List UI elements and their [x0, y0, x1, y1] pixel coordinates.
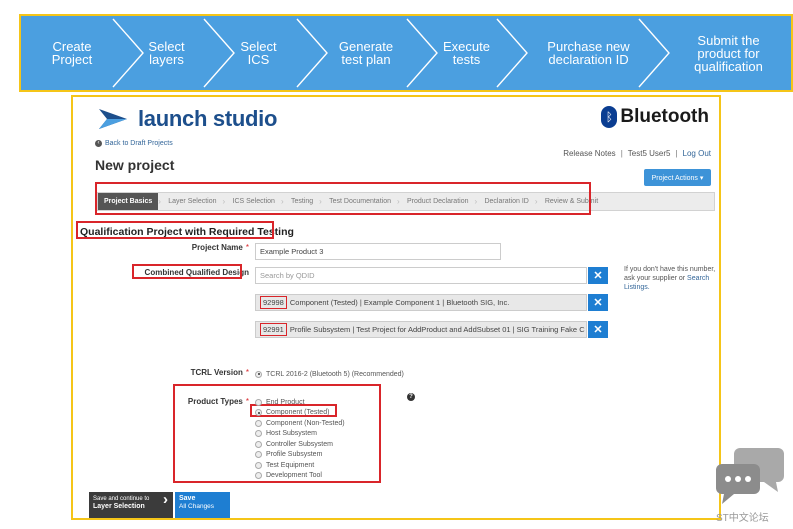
remove-design-1-button[interactable]: ✕	[588, 294, 608, 311]
remove-design-2-button[interactable]: ✕	[588, 321, 608, 338]
page-title: New project	[95, 157, 175, 173]
project-name-label-text: Project Name	[191, 243, 243, 252]
tcrl-option[interactable]: TCRL 2016-2 (Bluetooth 5) (Recommended)	[255, 369, 404, 379]
process-step-generate-test-plan: Generate test plan	[338, 39, 394, 67]
product-type-label: End Product	[266, 398, 305, 406]
screenshot-root: Create Project Select layers Select ICS …	[0, 0, 793, 529]
logout-link[interactable]: Log Out	[683, 149, 711, 158]
tcrl-version-label: TCRL Version *	[133, 368, 249, 377]
release-notes-link[interactable]: Release Notes	[563, 149, 615, 158]
required-marker: *	[245, 243, 249, 252]
back-arrow-icon: ‹	[95, 140, 102, 147]
separator: |	[620, 149, 623, 158]
radio-icon	[255, 430, 262, 437]
save-continue-line1: Save and continue to	[93, 496, 150, 502]
product-type-end-product[interactable]: End Product	[255, 397, 305, 407]
bluetooth-wordmark: Bluetooth	[620, 106, 709, 127]
qdid-search-input[interactable]: Search by QDID	[255, 267, 587, 284]
radio-icon	[255, 440, 262, 448]
product-type-label: Component (Non-Tested)	[266, 419, 345, 427]
radio-icon	[255, 398, 262, 406]
process-step-purchase-declaration: Purchase new declaration ID	[547, 39, 630, 67]
highlight-box-section-title	[76, 221, 274, 239]
product-type-label: Test Equipment	[266, 461, 315, 469]
design-1-text: Component (Tested) | Example Component 1…	[289, 298, 510, 307]
qdid-hint: If you don't have this number, ask your …	[624, 265, 716, 292]
launch-studio-logo-icon	[99, 109, 127, 129]
save-line2: All Changes	[179, 503, 215, 510]
radio-icon	[255, 451, 262, 458]
watermark-text: ST中文论坛	[716, 513, 769, 524]
clear-search-button[interactable]: ✕	[588, 267, 608, 284]
required-marker: *	[245, 368, 249, 377]
radio-icon	[255, 472, 262, 479]
highlight-box-tabs	[95, 182, 591, 215]
save-continue-line2: Layer Selection	[93, 503, 145, 510]
product-type-label: Component (Tested)	[266, 409, 330, 416]
project-actions-button[interactable]: Project Actions ▾	[644, 169, 711, 186]
product-type-host-subsystem[interactable]: Host Subsystem	[255, 429, 317, 439]
product-type-label: Profile Subsystem	[266, 451, 323, 458]
process-banner: Create Project Select layers Select ICS …	[19, 14, 793, 92]
back-link-label: Back to Draft Projects	[105, 140, 173, 147]
highlight-box-combined-label	[132, 264, 242, 279]
tcrl-option-label: TCRL 2016-2 (Bluetooth 5) (Recommended)	[266, 370, 404, 378]
save-line1: Save	[179, 495, 196, 502]
radio-selected-icon	[255, 409, 262, 416]
process-step-select-layers: Select layers	[148, 39, 185, 67]
bluetooth-icon: ᛒ	[601, 106, 618, 128]
chat-bubble-icon	[716, 448, 784, 504]
product-type-component-non-tested[interactable]: Component (Non-Tested)	[255, 418, 345, 428]
save-and-continue-button[interactable]: Save and continue to Layer Selection ›	[89, 492, 173, 518]
process-step-select-ics: Select ICS	[240, 39, 277, 67]
help-icon[interactable]: ?	[407, 393, 415, 401]
tcrl-label-text: TCRL Version	[190, 368, 243, 377]
process-step-execute-tests: Execute tests	[443, 39, 490, 67]
design-2-qdid: 92991	[260, 323, 287, 336]
chevron-right-icon: ›	[163, 491, 168, 508]
back-to-draft-link[interactable]: ‹ Back to Draft Projects	[95, 140, 173, 147]
product-type-label: Host Subsystem	[266, 430, 317, 437]
design-1-qdid: 92998	[260, 296, 287, 309]
product-type-label: Controller Subsystem	[266, 440, 333, 448]
radio-selected-icon	[255, 370, 262, 378]
product-type-profile-subsystem[interactable]: Profile Subsystem	[255, 450, 322, 460]
launch-studio-logo[interactable]: launch studio	[97, 106, 277, 132]
launch-studio-frame: launch studio ᛒ Bluetooth ‹ Back to Draf…	[71, 95, 721, 520]
separator: |	[675, 149, 678, 158]
process-step-create-project: Create Project	[51, 39, 93, 67]
process-step-submit-product: Submit the product for qualification	[694, 32, 763, 74]
design-2-text: Profile Subsystem | Test Project for Add…	[289, 325, 585, 334]
project-name-input[interactable]: Example Product 3	[255, 243, 501, 260]
product-type-controller-subsystem[interactable]: Controller Subsystem	[255, 439, 333, 449]
product-type-label: Development Tool	[266, 472, 322, 479]
radio-icon	[255, 461, 262, 469]
bluetooth-logo: ᛒ Bluetooth	[601, 106, 709, 128]
save-all-changes-button[interactable]: Save All Changes	[175, 492, 230, 518]
design-row-2: 92991 Profile Subsystem | Test Project fo…	[255, 321, 587, 338]
product-type-component-tested[interactable]: Component (Tested)	[255, 408, 329, 418]
top-links: Release Notes | Test5 User5 | Log Out	[563, 149, 711, 158]
product-type-development-tool[interactable]: Development Tool	[255, 471, 322, 481]
product-type-test-equipment[interactable]: Test Equipment	[255, 460, 314, 470]
design-row-1: 92998 Component (Tested) | Example Compon…	[255, 294, 587, 311]
project-name-label: Project Name *	[133, 243, 249, 252]
user-name-link[interactable]: Test5 User5	[628, 149, 671, 158]
logo-text: launch studio	[138, 106, 278, 131]
radio-icon	[255, 419, 262, 427]
